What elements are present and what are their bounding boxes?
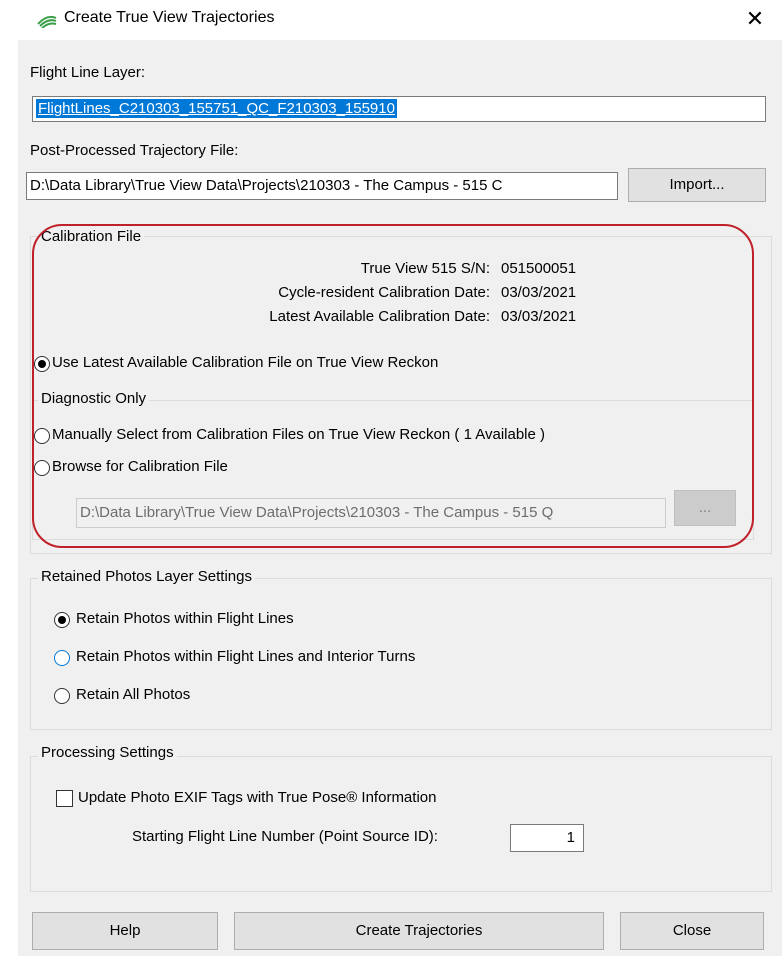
exif-checkbox[interactable] <box>56 790 73 807</box>
sn-value: 051500051 <box>501 260 577 277</box>
retain-all-radio[interactable] <box>54 688 70 704</box>
diagnostic-group-title: Diagnostic Only <box>38 390 150 407</box>
start-line-label: Starting Flight Line Number (Point Sourc… <box>132 828 438 845</box>
trajectory-label: Post-Processed Trajectory File: <box>30 142 239 159</box>
retain-interior-turns-radio[interactable] <box>54 650 70 666</box>
dialog-body: Flight Line Layer: FlightLines_C210303_1… <box>18 40 782 956</box>
title-bar: Create True View Trajectories ✕ <box>0 0 782 40</box>
flight-line-field[interactable]: FlightLines_C210303_155751_QC_F210303_15… <box>32 96 766 122</box>
photos-group-title: Retained Photos Layer Settings <box>38 568 255 585</box>
sn-label: True View 515 S/N: <box>360 260 490 277</box>
window-title: Create True View Trajectories <box>64 9 275 26</box>
retain-flight-lines-radio[interactable] <box>54 612 70 628</box>
close-icon[interactable]: ✕ <box>742 6 768 32</box>
start-line-field[interactable]: 1 <box>510 824 584 852</box>
processing-group-title: Processing Settings <box>38 744 177 761</box>
retain-interior-turns-label[interactable]: Retain Photos within Flight Lines and In… <box>76 648 415 665</box>
cycle-date-value: 03/03/2021 <box>501 284 577 301</box>
create-trajectories-button[interactable]: Create Trajectories <box>234 912 604 950</box>
use-latest-radio[interactable] <box>34 356 50 372</box>
retain-all-label[interactable]: Retain All Photos <box>76 686 190 703</box>
calibration-path-field[interactable]: D:\Data Library\True View Data\Projects\… <box>76 498 666 528</box>
close-button[interactable]: Close <box>620 912 764 950</box>
cycle-date-label: Cycle-resident Calibration Date: <box>278 284 490 301</box>
latest-date-label: Latest Available Calibration Date: <box>269 308 490 325</box>
use-latest-label[interactable]: Use Latest Available Calibration File on… <box>52 354 438 371</box>
help-button[interactable]: Help <box>32 912 218 950</box>
exif-label[interactable]: Update Photo EXIF Tags with True Pose® I… <box>78 789 436 806</box>
green-wave-icon <box>37 15 57 28</box>
calibration-group-title: Calibration File <box>38 228 145 245</box>
manual-select-label[interactable]: Manually Select from Calibration Files o… <box>52 426 545 443</box>
trajectory-field[interactable]: D:\Data Library\True View Data\Projects\… <box>26 172 618 200</box>
retain-flight-lines-label[interactable]: Retain Photos within Flight Lines <box>76 610 294 627</box>
manual-select-radio[interactable] <box>34 428 50 444</box>
browse-label[interactable]: Browse for Calibration File <box>52 458 228 475</box>
flight-line-value: FlightLines_C210303_155751_QC_F210303_15… <box>36 99 397 118</box>
flight-line-label: Flight Line Layer: <box>30 64 146 81</box>
latest-date-value: 03/03/2021 <box>501 308 577 325</box>
processing-group <box>30 756 772 892</box>
import-button[interactable]: Import... <box>628 168 766 202</box>
browse-button[interactable]: ... <box>674 490 736 526</box>
browse-radio[interactable] <box>34 460 50 476</box>
